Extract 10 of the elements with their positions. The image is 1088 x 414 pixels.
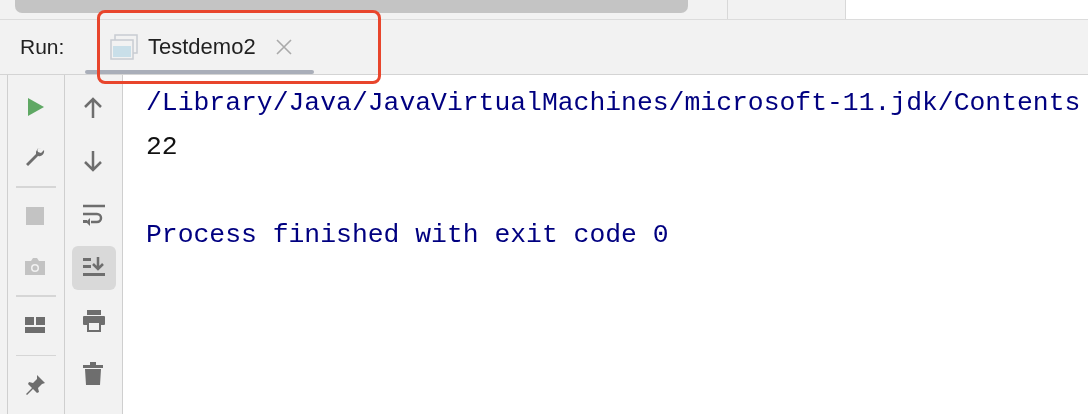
console-window-icon (110, 34, 138, 60)
trash-icon (81, 362, 106, 386)
console-line: /Library/Java/JavaVirtualMachines/microsoft-11.jdk/Contents (146, 87, 1082, 120)
scroll-to-end-button[interactable] (71, 246, 116, 290)
run-label: Run: (20, 35, 66, 59)
soft-wrap-icon (81, 203, 106, 227)
pin-icon (24, 373, 48, 398)
printer-icon (81, 309, 106, 333)
console-line: Process finished with exit code 0 (146, 219, 670, 252)
console-line: 22 (146, 131, 179, 164)
